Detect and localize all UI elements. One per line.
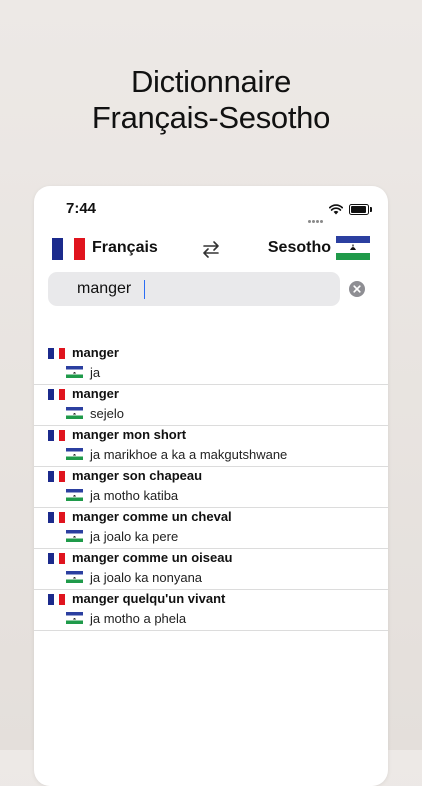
france-flag-icon — [48, 471, 66, 482]
list-item[interactable]: manger sejelo — [34, 385, 388, 426]
lesotho-flag-icon — [66, 448, 83, 460]
france-flag-icon — [48, 348, 66, 359]
headline-line-1: Dictionnaire — [130, 64, 292, 99]
battery-icon — [349, 204, 372, 215]
search-input[interactable] — [48, 272, 340, 306]
result-term: manger mon short — [72, 427, 187, 442]
swap-arrows-icon[interactable] — [200, 238, 222, 260]
target-language-label[interactable]: Sesotho — [268, 239, 331, 257]
list-item[interactable]: manger son chapeau ja motho katiba — [34, 467, 388, 508]
result-translation: ja motho katiba — [90, 488, 179, 503]
list-item[interactable]: manger comme un cheval ja joalo ka pere — [34, 508, 388, 549]
result-term: manger quelqu'un vivant — [72, 591, 226, 606]
lesotho-flag-icon — [66, 530, 83, 542]
france-flag-icon — [48, 430, 66, 441]
list-item[interactable]: manger mon short ja marikhoe a ka a makg… — [34, 426, 388, 467]
result-translation: ja — [90, 365, 101, 380]
language-bar: Français Sesotho — [34, 236, 388, 262]
france-flag-icon — [48, 389, 66, 400]
france-flag-icon — [48, 553, 66, 564]
result-term: manger — [72, 345, 119, 360]
search-row — [48, 272, 374, 306]
list-item[interactable]: manger quelqu'un vivant ja motho a phela — [34, 590, 388, 631]
france-flag-icon — [48, 594, 66, 605]
lesotho-flag-icon — [66, 407, 83, 419]
france-flag-icon[interactable] — [52, 238, 85, 260]
clear-icon[interactable] — [349, 281, 365, 297]
result-translation: sejelo — [90, 406, 124, 421]
result-term: manger comme un oiseau — [72, 550, 233, 565]
result-term: manger son chapeau — [72, 468, 203, 483]
result-translation: ja motho a phela — [90, 611, 187, 626]
phone-screen: 7:44 Français Sesotho manger manger ja m… — [34, 186, 388, 786]
cellular-signal-icon — [308, 210, 326, 223]
headline-line-2: Français-Sesotho — [91, 100, 331, 135]
result-term: manger — [72, 386, 119, 401]
text-caret — [144, 280, 145, 299]
lesotho-flag-icon — [66, 489, 83, 501]
lesotho-flag-icon — [66, 366, 83, 378]
status-bar: 7:44 — [34, 186, 388, 230]
result-translation: ja joalo ka pere — [90, 529, 179, 544]
results-list: manger ja manger sejelo manger mon short… — [34, 344, 388, 631]
result-term: manger comme un cheval — [72, 509, 232, 524]
france-flag-icon — [48, 512, 66, 523]
list-item[interactable]: manger ja — [34, 344, 388, 385]
wifi-icon — [329, 204, 343, 215]
result-translation: ja joalo ka nonyana — [90, 570, 203, 585]
status-time: 7:44 — [66, 200, 97, 217]
result-translation: ja marikhoe a ka a makgutshwane — [90, 447, 288, 462]
lesotho-flag-icon — [66, 571, 83, 583]
list-item[interactable]: manger comme un oiseau ja joalo ka nonya… — [34, 549, 388, 590]
lesotho-flag-icon — [66, 612, 83, 624]
lesotho-flag-icon[interactable] — [336, 236, 370, 260]
page-headline: Dictionnaire Français-Sesotho — [0, 64, 422, 136]
source-language-label[interactable]: Français — [92, 239, 158, 257]
